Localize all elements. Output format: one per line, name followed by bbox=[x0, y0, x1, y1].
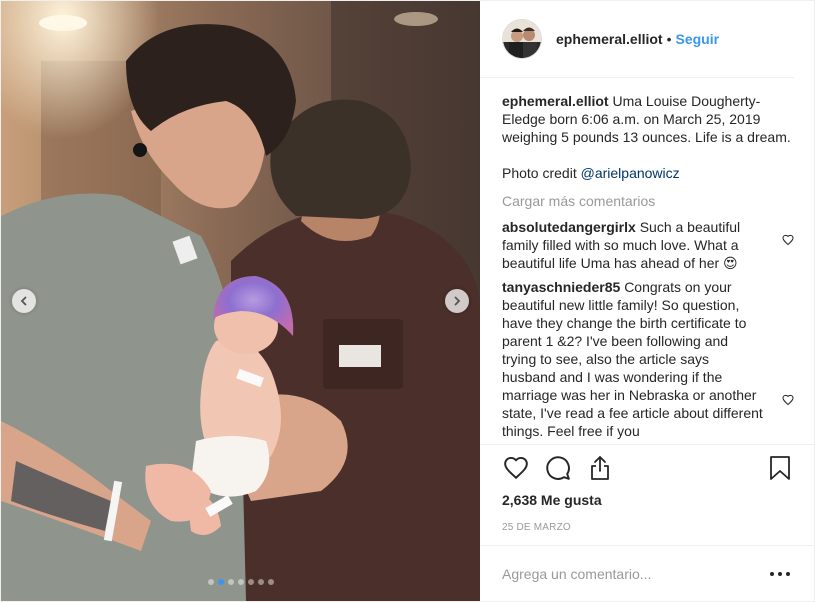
comment-username[interactable]: tanyaschnieder85 bbox=[502, 279, 620, 295]
add-comment-bar bbox=[480, 545, 814, 601]
caption-username[interactable]: ephemeral.elliot bbox=[502, 93, 609, 109]
likes-count[interactable]: 2,638 Me gusta bbox=[480, 492, 814, 512]
comment-button[interactable] bbox=[544, 454, 572, 482]
chevron-left-icon bbox=[20, 296, 27, 306]
credit-mention-link[interactable]: @arielpanowicz bbox=[581, 165, 680, 181]
load-more-comments-button[interactable]: Cargar más comentarios bbox=[502, 192, 794, 210]
instagram-post: ephemeral.elliot • Seguir ephemeral.elli… bbox=[0, 0, 815, 602]
carousel-dot bbox=[257, 579, 264, 585]
chevron-right-icon bbox=[454, 296, 461, 306]
heart-icon[interactable] bbox=[782, 394, 794, 406]
avatar-image bbox=[503, 20, 541, 59]
comment-username[interactable]: absolutedangergirlx bbox=[502, 219, 636, 235]
comment-text: Congrats on your beautiful new little fa… bbox=[502, 279, 763, 440]
more-options-button[interactable] bbox=[770, 571, 790, 576]
save-button[interactable] bbox=[766, 454, 794, 482]
action-bar bbox=[480, 444, 814, 492]
post-caption: ephemeral.elliot Uma Louise Dougherty-El… bbox=[502, 92, 794, 182]
header-separator: • bbox=[666, 31, 672, 48]
carousel-dot bbox=[237, 579, 244, 585]
share-icon bbox=[591, 456, 609, 481]
post-photo[interactable] bbox=[1, 1, 480, 601]
family-photo bbox=[1, 1, 480, 601]
bookmark-icon bbox=[770, 456, 790, 481]
avatar[interactable] bbox=[502, 19, 542, 60]
post-header: ephemeral.elliot • Seguir bbox=[480, 1, 794, 79]
more-options-icon bbox=[778, 571, 782, 576]
post-date[interactable]: 25 DE MARZO bbox=[480, 522, 814, 546]
comment-bubble-icon bbox=[546, 456, 570, 481]
more-options-icon bbox=[770, 571, 774, 576]
photo-credit-label: Photo credit bbox=[502, 165, 581, 182]
carousel-prev-button[interactable] bbox=[12, 289, 36, 313]
photo-credit: Photo credit @arielpanowicz bbox=[502, 164, 794, 182]
carousel-dot bbox=[217, 579, 224, 585]
comment-input[interactable] bbox=[502, 565, 770, 582]
post-side-panel: ephemeral.elliot • Seguir ephemeral.elli… bbox=[480, 1, 814, 601]
heart-icon[interactable] bbox=[782, 234, 794, 246]
comments-section[interactable]: ephemeral.elliot Uma Louise Dougherty-El… bbox=[480, 78, 814, 444]
share-button[interactable] bbox=[586, 454, 614, 482]
comment-item: absolutedangergirlx Such a beautiful fam… bbox=[502, 218, 794, 272]
heart-icon bbox=[504, 457, 528, 480]
carousel-next-button[interactable] bbox=[445, 289, 469, 313]
follow-button[interactable]: Seguir bbox=[676, 31, 720, 47]
carousel-indicator bbox=[1, 579, 480, 585]
header-username[interactable]: ephemeral.elliot bbox=[556, 31, 663, 47]
comment-item: tanyaschnieder85 Congrats on your beauti… bbox=[502, 278, 794, 440]
carousel-dot bbox=[207, 579, 214, 585]
like-button[interactable] bbox=[502, 454, 530, 482]
carousel-dot bbox=[227, 579, 234, 585]
more-options-icon bbox=[786, 571, 790, 576]
carousel-dot bbox=[267, 579, 274, 585]
carousel-dot bbox=[247, 579, 254, 585]
